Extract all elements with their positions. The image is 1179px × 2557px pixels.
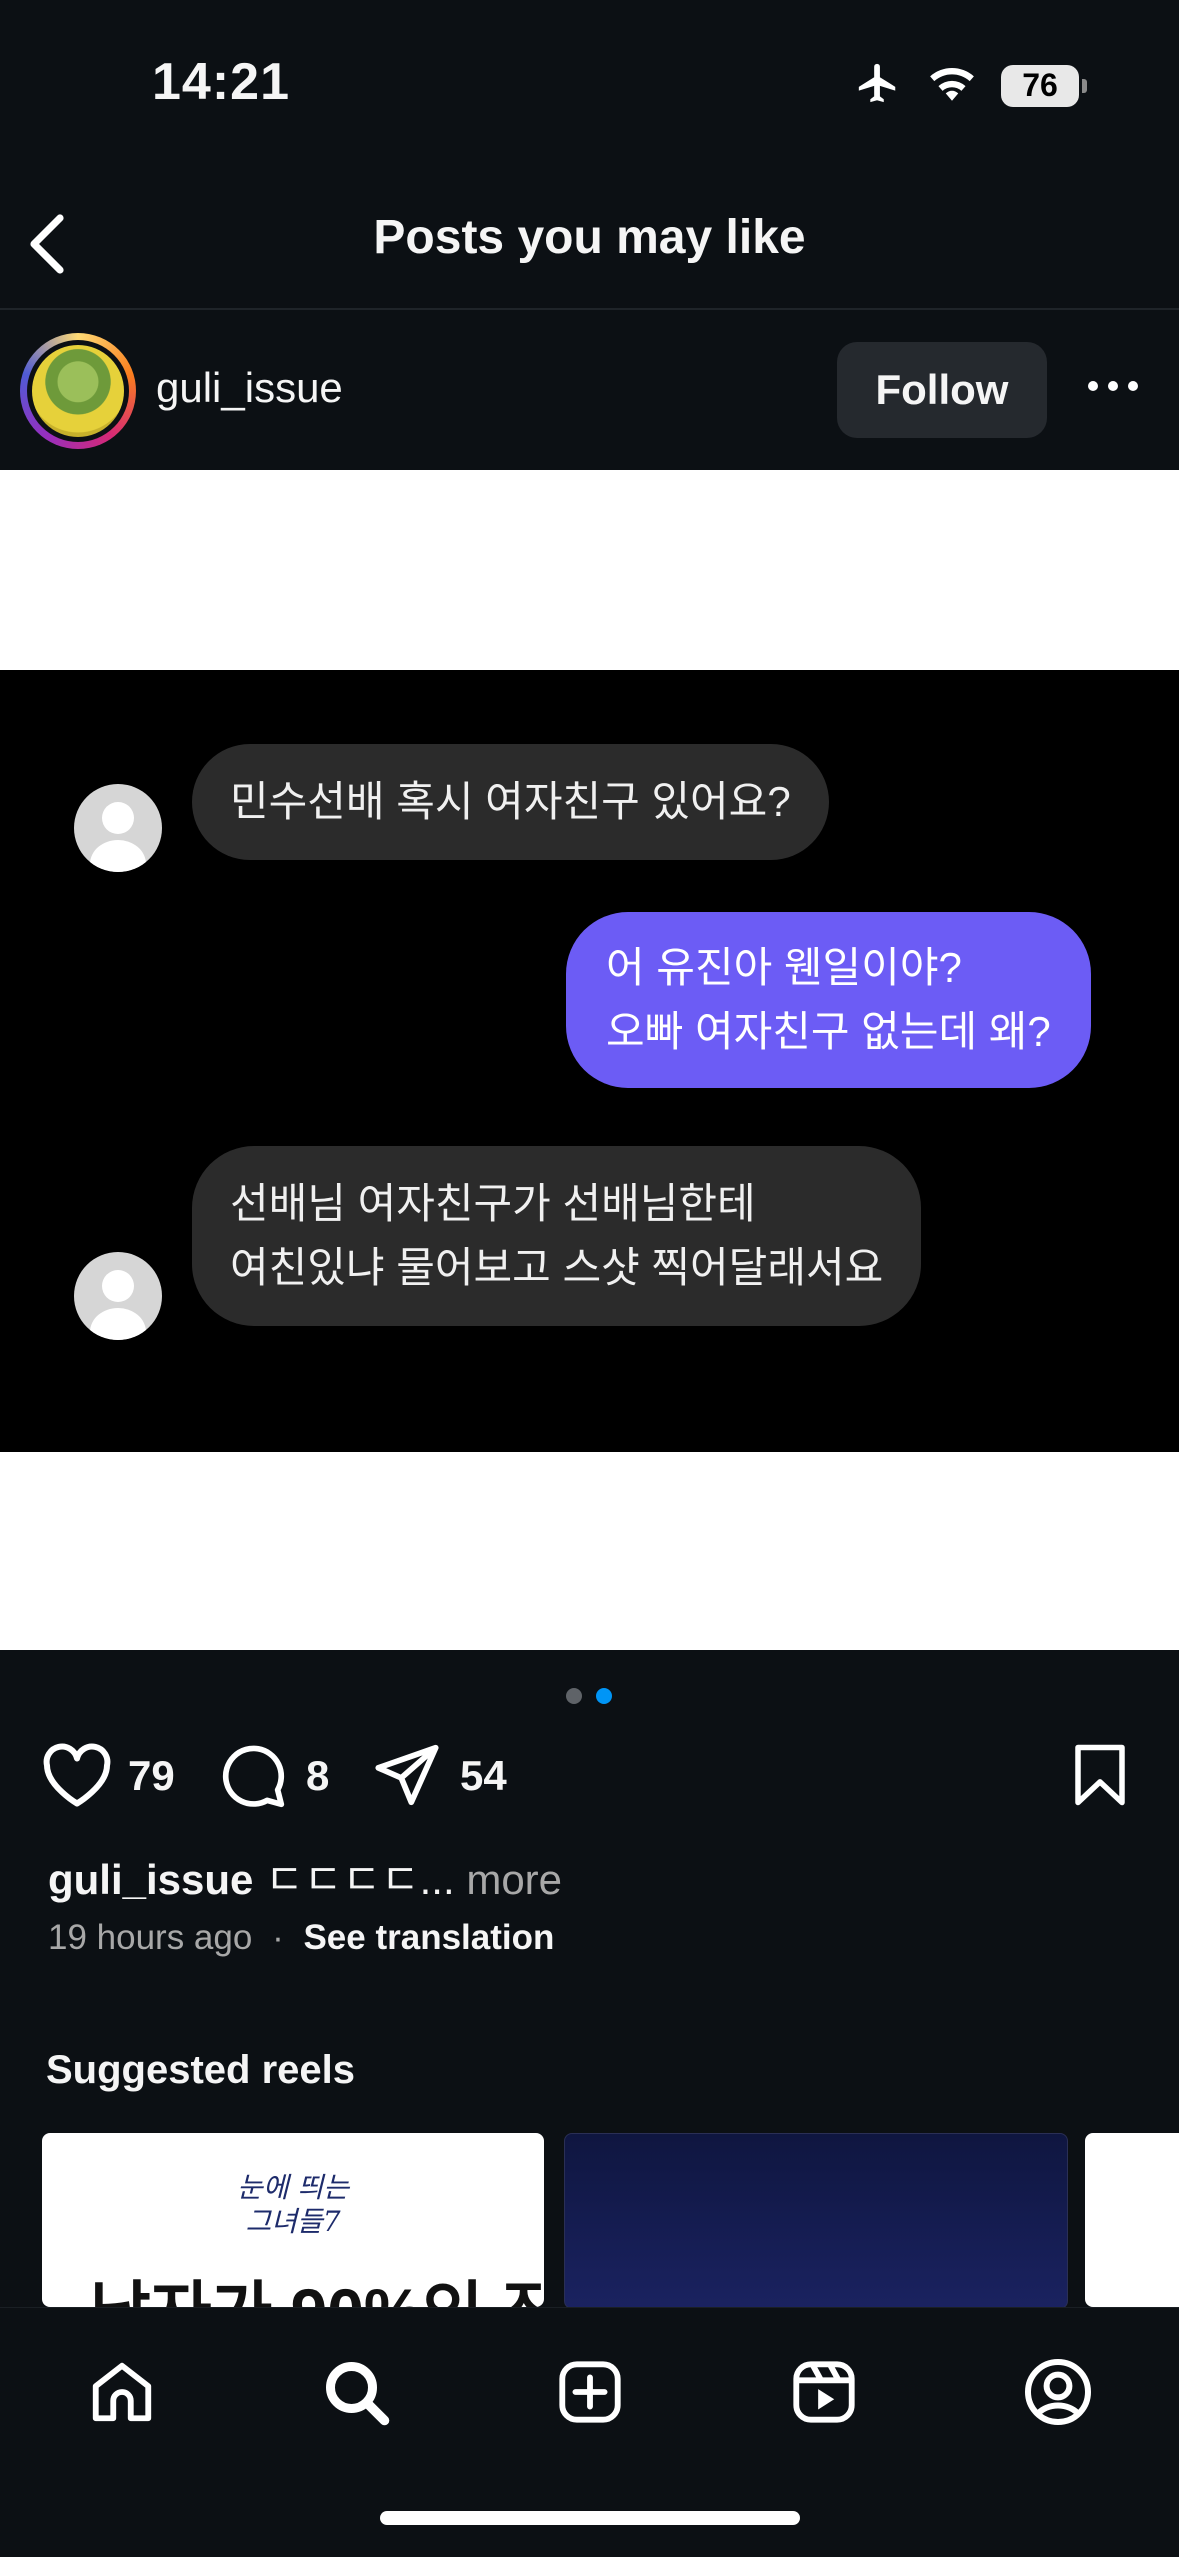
avatar-image	[32, 345, 124, 437]
airplane-icon	[853, 60, 903, 111]
carousel-dot	[566, 1688, 582, 1704]
more-button[interactable]	[1080, 360, 1146, 416]
search-icon	[320, 2356, 392, 2433]
save-button[interactable]	[1072, 1742, 1128, 1813]
tab-reels[interactable]	[784, 2354, 864, 2434]
page-title: Posts you may like	[373, 211, 806, 264]
chat-avatar	[74, 1252, 162, 1340]
like-button[interactable]	[40, 1742, 114, 1813]
create-icon	[555, 2357, 625, 2432]
wifi-icon	[927, 62, 977, 109]
status-time: 14:21	[152, 53, 290, 111]
comment-count[interactable]: 8	[306, 1752, 329, 1800]
reel-thumbnail[interactable]: 눈에 띄는 그녀들7 남자가 90%인 직업에	[42, 2133, 544, 2307]
see-translation-link[interactable]: See translation	[303, 1918, 554, 1957]
header-divider	[0, 308, 1179, 310]
chevron-left-icon	[24, 212, 68, 281]
post-time: 19 hours ago	[48, 1918, 253, 1957]
chat-bubble-incoming: 선배님 여자친구가 선배님한테 여친있냐 물어보고 스샷 찍어달래서요	[192, 1146, 922, 1326]
suggested-reels-title: Suggested reels	[46, 2048, 356, 2092]
comment-button[interactable]	[218, 1742, 288, 1815]
reel-thumbnail[interactable]	[1085, 2133, 1179, 2307]
tab-home[interactable]	[82, 2354, 162, 2434]
tab-search[interactable]	[316, 2354, 396, 2434]
caption-more-link[interactable]: more	[466, 1856, 562, 1903]
follow-button[interactable]: Follow	[837, 342, 1047, 438]
home-indicator	[380, 2511, 800, 2525]
avatar[interactable]	[20, 333, 136, 449]
like-count[interactable]: 79	[128, 1752, 175, 1800]
chat-bubble-outgoing: 어 유진아 웬일이야? 오빠 여자친구 없는데 왜?	[566, 912, 1091, 1088]
caption: guli_issue ㄷㄷㄷㄷ... more	[48, 1846, 562, 1907]
post-username[interactable]: guli_issue	[156, 364, 343, 412]
more-horizontal-icon	[1087, 379, 1139, 397]
post-meta: 19 hours ago · See translation	[48, 1918, 554, 1958]
share-count[interactable]: 54	[460, 1752, 507, 1800]
share-button[interactable]	[372, 1742, 442, 1813]
reel-brand-text: 눈에 띄는 그녀들7	[237, 2171, 349, 2238]
chat-bubble-incoming: 민수선배 혹시 여자친구 있어요?	[192, 744, 829, 860]
reel-thumbnail[interactable]	[564, 2133, 1068, 2309]
heart-icon	[40, 1742, 114, 1813]
battery-icon: 76	[1001, 64, 1087, 107]
status-icons: 76	[853, 60, 1087, 111]
profile-icon	[1022, 2356, 1094, 2433]
chat-screenshot: 민수선배 혹시 여자친구 있어요? 어 유진아 웬일이야? 오빠 여자친구 없는…	[0, 670, 1179, 1452]
tab-create[interactable]	[550, 2354, 630, 2434]
caption-text: ㄷㄷㄷㄷ...	[265, 1856, 455, 1903]
reels-icon	[789, 2357, 859, 2432]
meta-separator: ·	[272, 1918, 284, 1957]
send-icon	[372, 1742, 442, 1813]
bookmark-icon	[1072, 1742, 1128, 1813]
caption-username[interactable]: guli_issue	[48, 1856, 253, 1903]
chat-avatar	[74, 784, 162, 872]
back-button[interactable]	[18, 206, 74, 286]
comment-icon	[218, 1742, 288, 1815]
reel-headline: 남자가 90%인 직업에	[90, 2259, 544, 2307]
carousel-dot-active	[596, 1688, 612, 1704]
home-icon	[87, 2357, 157, 2432]
tab-profile[interactable]	[1018, 2354, 1098, 2434]
